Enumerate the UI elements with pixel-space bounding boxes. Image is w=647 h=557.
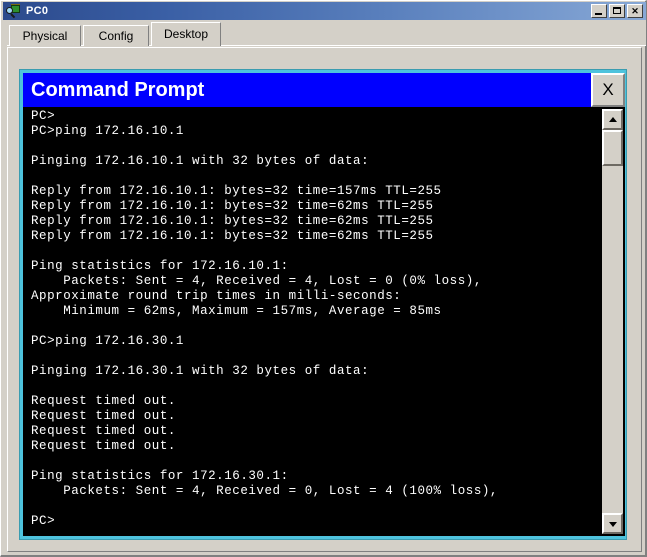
scrollbar-track-lower[interactable] xyxy=(602,166,623,513)
tab-bar: Physical Config Desktop xyxy=(3,20,646,46)
scrollbar-track[interactable] xyxy=(602,130,623,513)
packet-tracer-device-icon xyxy=(6,3,22,19)
window-controls: ✕ xyxy=(591,4,643,18)
close-button[interactable]: ✕ xyxy=(627,4,643,18)
command-prompt-title: Command Prompt xyxy=(31,79,205,101)
tab-config[interactable]: Config xyxy=(83,25,149,46)
scroll-up-arrow-icon xyxy=(608,116,617,122)
tab-physical[interactable]: Physical xyxy=(9,25,81,46)
command-prompt-close-button[interactable]: X xyxy=(591,73,625,107)
pc-configuration-window: PC0 ✕ Physical Config Desktop Command Pr… xyxy=(0,0,647,557)
console-text: PC> PC>ping 172.16.10.1 Pinging 172.16.1… xyxy=(31,109,498,528)
console-output-area[interactable]: PC> PC>ping 172.16.10.1 Pinging 172.16.1… xyxy=(23,107,625,536)
window-title-bar: PC0 ✕ xyxy=(3,2,646,20)
scroll-down-arrow-icon xyxy=(608,521,617,527)
console-scrollbar[interactable] xyxy=(602,109,623,534)
scrollbar-thumb[interactable] xyxy=(602,130,623,166)
scroll-down-button[interactable] xyxy=(602,513,623,534)
command-prompt-window: Command Prompt X PC> PC>ping 172.16.10.1… xyxy=(19,69,627,540)
minimize-button[interactable] xyxy=(591,4,607,18)
scroll-up-button[interactable] xyxy=(602,109,623,130)
close-icon: ✕ xyxy=(631,6,639,16)
tab-desktop[interactable]: Desktop xyxy=(151,22,221,46)
command-prompt-title-bar: Command Prompt X xyxy=(23,73,625,107)
window-title: PC0 xyxy=(26,5,49,17)
maximize-button[interactable] xyxy=(609,4,625,18)
